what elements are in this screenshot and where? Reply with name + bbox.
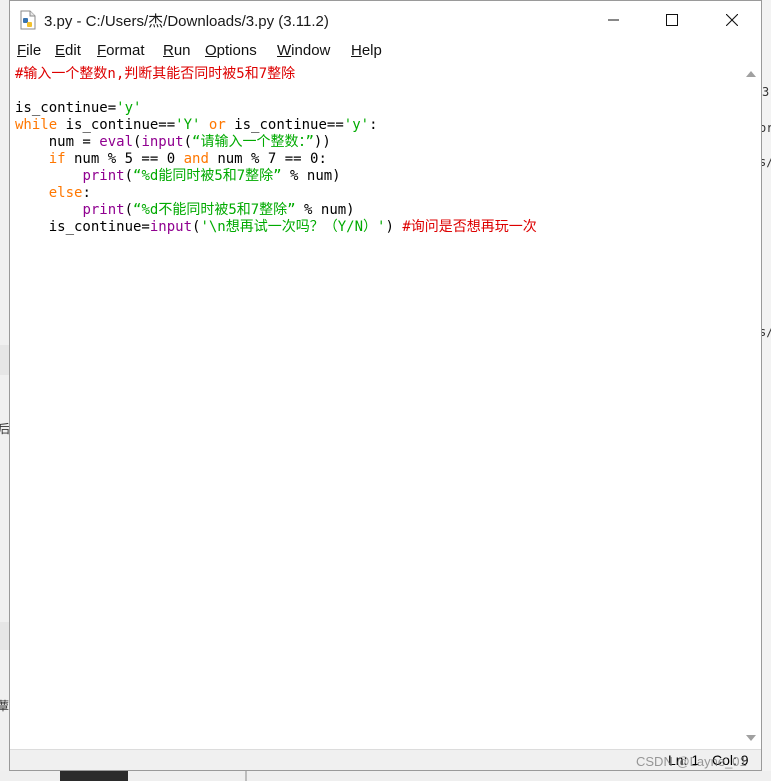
taskbar-item (60, 771, 128, 781)
maximize-icon (666, 14, 678, 26)
menu-file[interactable]: File (17, 42, 41, 59)
code-line: is_continue='y' (15, 100, 142, 116)
menu-help[interactable]: Help (351, 42, 382, 59)
window-title: 3.py - C:/Users/杰/Downloads/3.py (3.11.2… (44, 13, 329, 30)
code-line: if num % 5 == 0 and num % 7 == 0: (48, 151, 327, 167)
vertical-scrollbar[interactable] (741, 63, 761, 749)
code-line: print(“%d不能同时被5和7整除” % num) (82, 202, 355, 218)
menu-window[interactable]: Window (277, 42, 330, 59)
code-line: else: (48, 185, 91, 201)
minimize-icon (608, 19, 619, 21)
code-line: num = eval(input(“请输入一个整数：”)) (15, 134, 331, 150)
taskbar-divider (245, 771, 247, 781)
scroll-up-icon[interactable] (746, 71, 756, 77)
python-file-icon (19, 10, 37, 30)
menu-format[interactable]: Format (97, 42, 145, 59)
code-editor[interactable]: #输入一个整数n,判断其能否同时被5和7整除 is_continue='y' w… (10, 63, 741, 749)
background-text-fragment: 3 (762, 85, 770, 99)
menu-bar: File Edit Format Run Options Window Help (10, 39, 761, 63)
menu-edit[interactable]: Edit (55, 42, 81, 59)
code-text[interactable]: #输入一个整数n,判断其能否同时被5和7整除 is_continue='y' w… (15, 66, 537, 236)
minimize-button[interactable] (585, 1, 643, 39)
background-text-fragment: 蕈 (0, 699, 10, 713)
menu-run[interactable]: Run (163, 42, 191, 59)
title-bar[interactable]: 3.py - C:/Users/杰/Downloads/3.py (3.11.2… (10, 1, 761, 39)
code-line: print(“%d能同时被5和7整除” % num) (82, 168, 341, 184)
scroll-down-icon[interactable] (746, 735, 756, 741)
menu-options[interactable]: Options (205, 42, 257, 59)
maximize-button[interactable] (643, 1, 701, 39)
close-icon (726, 14, 738, 26)
close-button[interactable] (703, 1, 761, 39)
watermark: CSDN @Layne_01 (636, 754, 747, 769)
code-line: is_continue=input('\n想再试一次吗？（Y/N）') #询问是… (15, 219, 537, 235)
code-line: #输入一个整数n,判断其能否同时被5和7整除 (15, 66, 296, 82)
code-line: while is_continue=='Y' or is_continue=='… (15, 117, 378, 133)
taskbar-strip (0, 771, 771, 781)
idle-editor-window: 3.py - C:/Users/杰/Downloads/3.py (3.11.2… (9, 0, 762, 771)
